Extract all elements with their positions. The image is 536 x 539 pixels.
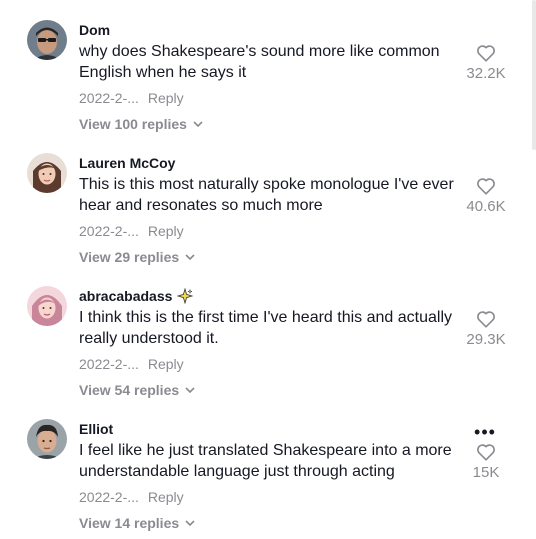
- comment-username[interactable]: Dom: [79, 22, 110, 38]
- sparkle-icon: [177, 288, 194, 304]
- comment-username[interactable]: Lauren McCoy: [79, 155, 175, 171]
- heart-outline-icon: [477, 311, 495, 328]
- reply-button[interactable]: Reply: [148, 489, 184, 505]
- avatar[interactable]: [27, 286, 67, 326]
- comment-text: I feel like he just translated Shakespea…: [79, 442, 452, 480]
- heart-outline-icon: [477, 444, 495, 461]
- like-button[interactable]: 29.3K: [456, 310, 516, 348]
- avatar[interactable]: [27, 20, 67, 60]
- comment-text: This is this most naturally spoke monolo…: [79, 176, 454, 214]
- comment-meta: 2022-2-... Reply: [79, 356, 184, 372]
- like-count: 29.3K: [466, 331, 506, 348]
- comment-meta: 2022-2-... Reply: [79, 223, 184, 239]
- heart-outline-icon: [477, 45, 495, 62]
- comment-text: why does Shakespeare's sound more like c…: [79, 43, 440, 81]
- comment-date: 2022-2-...: [79, 489, 139, 505]
- view-replies-label: View 29 replies: [79, 249, 180, 265]
- view-replies-label: View 54 replies: [79, 382, 180, 398]
- scrollbar[interactable]: [532, 0, 536, 150]
- like-count: 15K: [472, 464, 500, 481]
- like-count: 40.6K: [466, 198, 506, 215]
- avatar[interactable]: [27, 419, 67, 459]
- view-replies-button[interactable]: View 14 replies: [79, 515, 195, 531]
- heart-outline-icon: [477, 178, 495, 195]
- comment-date: 2022-2-...: [79, 223, 139, 239]
- like-button[interactable]: 40.6K: [456, 177, 516, 215]
- reply-button[interactable]: Reply: [148, 356, 184, 372]
- comment-meta: 2022-2-... Reply: [79, 489, 184, 505]
- avatar[interactable]: [27, 153, 67, 193]
- reply-button[interactable]: Reply: [148, 90, 184, 106]
- comment-text: I think this is the first time I've hear…: [79, 309, 452, 347]
- comment-date: 2022-2-...: [79, 90, 139, 106]
- chevron-down-icon: [185, 520, 195, 526]
- reply-button[interactable]: Reply: [148, 223, 184, 239]
- like-button[interactable]: 32.2K: [456, 44, 516, 82]
- comment-meta: 2022-2-... Reply: [79, 90, 184, 106]
- comment-username[interactable]: Elliot: [79, 421, 113, 437]
- comment-username[interactable]: abracabadass: [79, 288, 194, 304]
- chevron-down-icon: [193, 121, 203, 127]
- view-replies-button[interactable]: View 54 replies: [79, 382, 195, 398]
- view-replies-label: View 100 replies: [79, 116, 187, 132]
- view-replies-button[interactable]: View 29 replies: [79, 249, 195, 265]
- view-replies-label: View 14 replies: [79, 515, 180, 531]
- comment-date: 2022-2-...: [79, 356, 139, 372]
- chevron-down-icon: [185, 254, 195, 260]
- more-options-icon[interactable]: •••: [470, 423, 500, 441]
- view-replies-button[interactable]: View 100 replies: [79, 116, 203, 132]
- chevron-down-icon: [185, 387, 195, 393]
- like-count: 32.2K: [466, 65, 506, 82]
- like-button[interactable]: 15K: [456, 443, 516, 481]
